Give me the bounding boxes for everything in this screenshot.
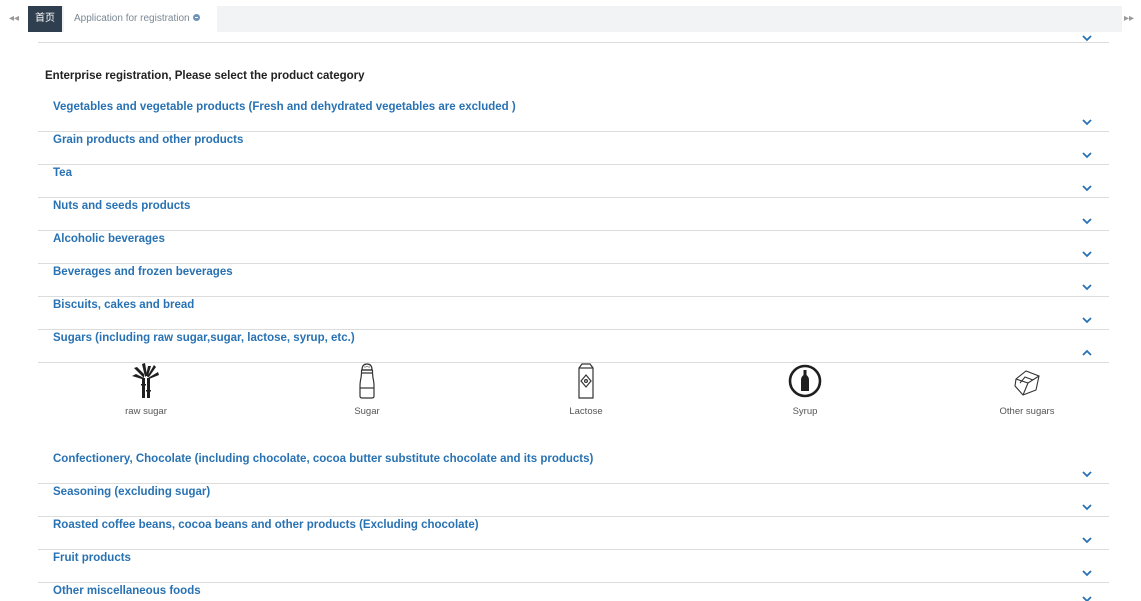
category-label: Other miscellaneous foods bbox=[53, 585, 201, 597]
category-row-grain[interactable]: Grain products and other products bbox=[38, 132, 1109, 165]
chevron-down-icon bbox=[1082, 218, 1092, 225]
category-row-tea[interactable]: Tea bbox=[38, 165, 1109, 198]
category-label: Fruit products bbox=[53, 552, 131, 564]
sugars-subcategory-panel: raw sugar Sugar Lactose Syrup Other suga… bbox=[38, 362, 1109, 440]
subcategory-label: Lactose bbox=[569, 406, 603, 417]
tab-scroll-right-button[interactable]: ▸▸ bbox=[1123, 10, 1135, 28]
category-label: Seasoning (excluding sugar) bbox=[53, 486, 211, 498]
category-row-fruit[interactable]: Fruit products bbox=[38, 550, 1109, 583]
category-label: Tea bbox=[53, 167, 72, 179]
page-title: Enterprise registration, Please select t… bbox=[45, 70, 365, 82]
category-label: Grain products and other products bbox=[53, 134, 244, 146]
category-label: Biscuits, cakes and bread bbox=[53, 299, 195, 311]
category-row-nuts[interactable]: Nuts and seeds products bbox=[38, 198, 1109, 231]
divider bbox=[38, 42, 1109, 43]
sugarcane-icon bbox=[132, 363, 159, 398]
tab-label: Application for registration bbox=[74, 13, 190, 24]
category-label: Sugars (including raw sugar,sugar, lacto… bbox=[53, 332, 355, 344]
chevron-down-icon bbox=[1082, 251, 1092, 258]
syrup-bottle-icon bbox=[788, 364, 822, 398]
subcategory-label: raw sugar bbox=[125, 406, 167, 417]
subcategory-lactose[interactable]: Lactose bbox=[531, 362, 641, 417]
milk-carton-icon bbox=[578, 363, 594, 399]
category-row-beverages[interactable]: Beverages and frozen beverages bbox=[38, 264, 1109, 297]
tab-scroll-left-button[interactable]: ◂◂ bbox=[8, 10, 20, 28]
subcategory-label: Sugar bbox=[354, 406, 380, 417]
subcategory-raw-sugar[interactable]: raw sugar bbox=[91, 362, 201, 417]
category-row-coffee-cocoa[interactable]: Roasted coffee beans, cocoa beans and ot… bbox=[38, 517, 1109, 550]
chevron-down-icon bbox=[1082, 152, 1092, 159]
sugar-cube-icon bbox=[1014, 370, 1040, 396]
tab-application-for-registration[interactable]: Application for registration bbox=[64, 6, 217, 32]
subcategory-label: Syrup bbox=[792, 406, 818, 417]
chevron-down-icon bbox=[1082, 570, 1092, 577]
category-row-vegetables[interactable]: Vegetables and vegetable products (Fresh… bbox=[38, 99, 1109, 132]
category-row-sugars[interactable]: Sugars (including raw sugar,sugar, lacto… bbox=[38, 330, 1109, 363]
chevron-down-icon bbox=[1082, 284, 1092, 291]
subcategory-label: Other sugars bbox=[999, 406, 1055, 417]
subcategory-other-sugars[interactable]: Other sugars bbox=[972, 362, 1082, 417]
category-label: Vegetables and vegetable products (Fresh… bbox=[53, 101, 516, 113]
subcategory-syrup[interactable]: Syrup bbox=[750, 362, 860, 417]
chevron-down-icon bbox=[1082, 537, 1092, 544]
tab-close-icon[interactable] bbox=[192, 14, 200, 21]
category-label: Beverages and frozen beverages bbox=[53, 266, 233, 278]
category-label: Alcoholic beverages bbox=[53, 233, 165, 245]
sugar-shaker-icon bbox=[359, 363, 375, 399]
category-label: Confectionery, Chocolate (including choc… bbox=[53, 453, 594, 465]
category-row-biscuits[interactable]: Biscuits, cakes and bread bbox=[38, 297, 1109, 330]
category-row-miscellaneous[interactable]: Other miscellaneous foods bbox=[38, 583, 1109, 601]
chevron-down-icon bbox=[1082, 504, 1092, 511]
category-row-confectionery[interactable]: Confectionery, Chocolate (including choc… bbox=[38, 451, 1109, 484]
chevron-up-icon bbox=[1082, 349, 1092, 356]
tab-strip: 首页 Application for registration bbox=[28, 6, 1122, 32]
category-row-seasoning[interactable]: Seasoning (excluding sugar) bbox=[38, 484, 1109, 517]
category-row-alcoholic[interactable]: Alcoholic beverages bbox=[38, 231, 1109, 264]
chevron-down-icon bbox=[1082, 596, 1092, 601]
category-label: Roasted coffee beans, cocoa beans and ot… bbox=[53, 519, 479, 531]
tab-bar: ◂◂ 首页 Application for registration ▸▸ bbox=[0, 6, 1141, 32]
chevron-down-icon bbox=[1082, 317, 1092, 324]
category-label: Nuts and seeds products bbox=[53, 200, 191, 212]
chevron-down-icon bbox=[1082, 185, 1092, 192]
chevron-down-icon bbox=[1082, 119, 1092, 126]
subcategory-sugar[interactable]: Sugar bbox=[312, 362, 422, 417]
chevron-down-icon bbox=[1082, 471, 1092, 478]
chevron-down-icon[interactable] bbox=[1081, 34, 1093, 42]
tab-home[interactable]: 首页 bbox=[28, 6, 62, 32]
